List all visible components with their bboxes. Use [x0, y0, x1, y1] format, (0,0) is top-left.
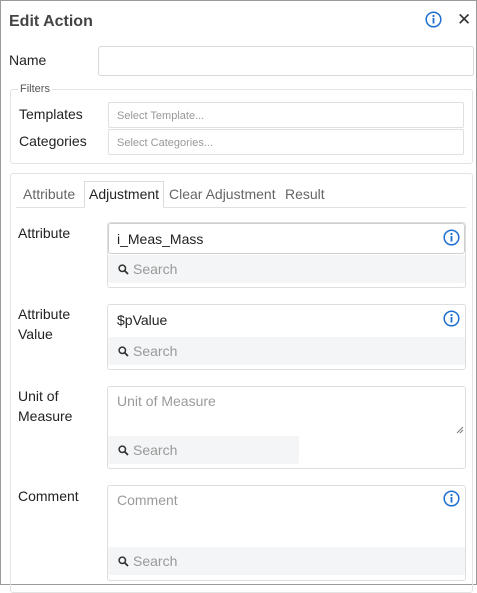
tab-adjustment[interactable]: Adjustment [84, 181, 165, 208]
tab-bar: Attribute Adjustment Clear Adjustment Re… [16, 181, 466, 208]
search-icon [118, 445, 129, 456]
comment-search-input[interactable]: Search [108, 547, 465, 575]
attribute-search-placeholder: Search [133, 261, 178, 277]
comment-info-icon[interactable] [443, 490, 460, 507]
attribute-info-icon[interactable] [443, 229, 460, 246]
tab-attribute[interactable]: Attribute [23, 182, 75, 208]
name-label: Name [9, 52, 47, 68]
dialog-title: Edit Action [9, 13, 93, 30]
resize-handle-icon[interactable] [456, 426, 464, 434]
edit-action-dialog: Edit Action ✕ Name Filters Templates Sel… [0, 0, 477, 593]
comment-search-placeholder: Search [133, 553, 178, 569]
unit-of-measure-placeholder: Unit of Measure [117, 393, 216, 409]
unit-of-measure-label-line1: Unit of [18, 388, 59, 404]
info-circle-icon[interactable] [425, 11, 442, 28]
categories-label: Categories [19, 133, 87, 149]
categories-select[interactable]: Select Categories... [108, 129, 464, 155]
tab-result[interactable]: Result [285, 182, 325, 208]
attribute-value-info-icon[interactable] [443, 310, 460, 327]
filters-legend: Filters [18, 83, 52, 95]
search-icon [118, 264, 129, 275]
search-icon [118, 346, 129, 357]
attribute-value-text: i_Meas_Mass [117, 231, 204, 247]
name-input[interactable] [98, 46, 474, 76]
attribute-search-input[interactable]: Search [108, 255, 465, 283]
templates-label: Templates [19, 106, 83, 122]
comment-placeholder: Comment [117, 492, 178, 508]
search-icon [118, 556, 129, 567]
tab-clear-adjustment[interactable]: Clear Adjustment [169, 182, 276, 208]
unit-of-measure-label-line2: Measure [18, 408, 73, 424]
unit-of-measure-search-placeholder: Search [133, 442, 178, 458]
attribute-value-search-input[interactable]: Search [108, 337, 465, 365]
unit-of-measure-search-input[interactable]: Search [108, 436, 299, 464]
comment-label: Comment [18, 488, 79, 504]
attribute-value-label-line1: Attribute [18, 306, 71, 322]
attribute-value-search-placeholder: Search [133, 343, 178, 359]
attribute-label: Attribute [18, 225, 71, 241]
attribute-value-input-text[interactable]: $pValue [117, 312, 167, 328]
dialog-header: Edit Action ✕ [1, 1, 476, 39]
attribute-value-label-line2: Value [18, 326, 53, 342]
templates-select[interactable]: Select Template... [108, 102, 464, 128]
close-icon[interactable]: ✕ [457, 10, 471, 30]
